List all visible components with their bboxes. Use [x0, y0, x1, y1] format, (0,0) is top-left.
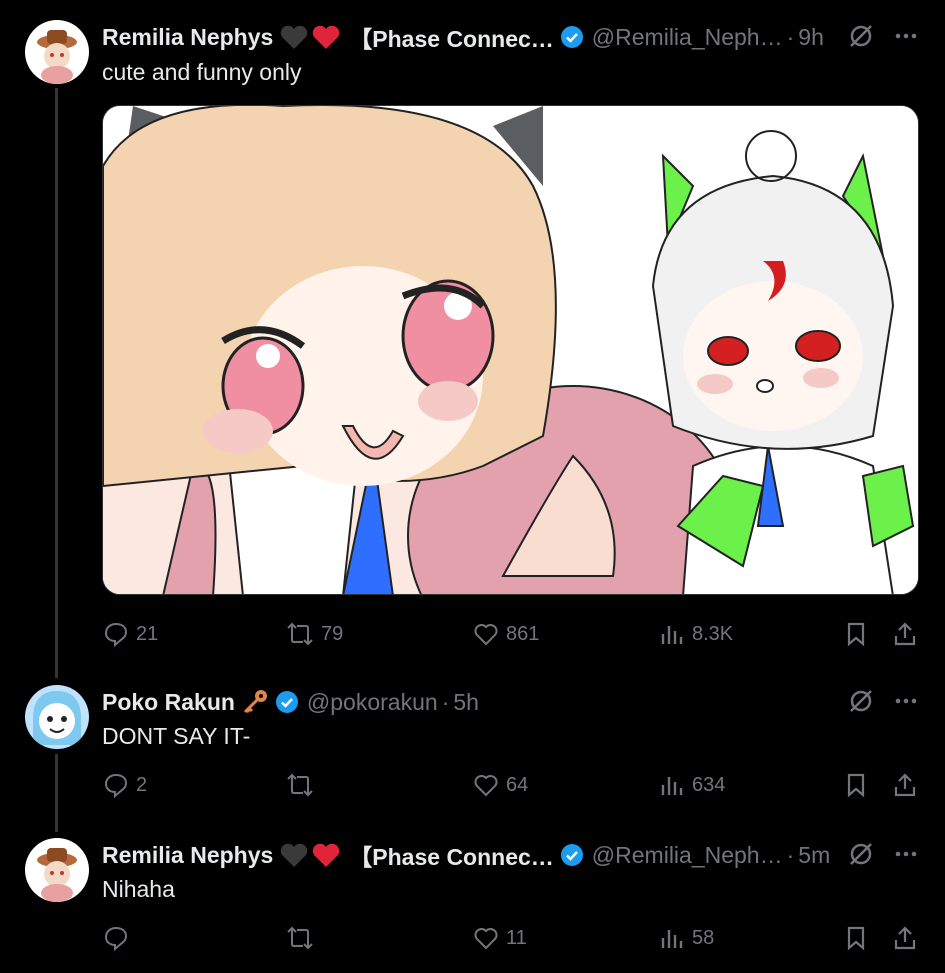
like-button[interactable]: 64 — [472, 771, 528, 799]
like-button[interactable]: 861 — [472, 620, 539, 648]
repost-icon — [287, 773, 313, 797]
share-icon — [894, 773, 916, 797]
reply-icon — [104, 926, 128, 952]
like-count: 11 — [506, 926, 527, 949]
affiliation-label: 【Phase Connec… — [349, 26, 554, 52]
more-icon[interactable] — [892, 840, 920, 873]
reply-count: 21 — [136, 622, 159, 645]
bookmark-button[interactable] — [842, 924, 876, 952]
key-icon — [241, 688, 269, 716]
bookmark-button[interactable] — [842, 620, 876, 648]
view-count: 634 — [692, 773, 726, 796]
tweet-header: Poko Rakun @pokorakun · 5h — [102, 687, 479, 717]
views-button[interactable]: 8.3K — [658, 620, 733, 648]
tweet-header: Remilia Nephys 【Phase Connec… @Remilia_N… — [102, 22, 824, 53]
verified-badge-icon — [560, 843, 584, 867]
tweet-text: Nihaha — [102, 876, 175, 902]
tweet-text: DONT SAY IT- — [102, 723, 251, 749]
like-icon — [474, 775, 498, 797]
verified-badge-icon — [275, 690, 299, 714]
share-icon — [894, 926, 916, 950]
timestamp[interactable]: 5m — [798, 842, 830, 869]
share-button[interactable] — [891, 771, 925, 799]
bookmark-icon — [847, 926, 865, 951]
views-icon — [661, 626, 683, 644]
grok-icon[interactable] — [847, 840, 875, 873]
view-count: 58 — [692, 926, 715, 949]
reply-button[interactable]: 21 — [102, 620, 158, 648]
view-count: 8.3K — [692, 622, 734, 645]
display-name[interactable]: Remilia Nephys — [102, 24, 273, 51]
handle[interactable]: @Remilia_Neph… — [592, 842, 783, 869]
repost-button[interactable] — [285, 771, 321, 799]
repost-button[interactable] — [285, 924, 321, 952]
repost-icon — [287, 622, 313, 646]
handle[interactable]: @Remilia_Neph… — [592, 24, 783, 51]
separator-dot: · — [786, 23, 795, 50]
bookmark-icon — [847, 622, 865, 647]
tweet-text: cute and funny only — [102, 59, 302, 85]
affiliation-label: 【Phase Connec… — [349, 844, 554, 870]
like-icon — [474, 928, 498, 950]
share-button[interactable] — [891, 924, 925, 952]
bookmark-icon — [847, 773, 865, 798]
avatar[interactable] — [25, 838, 89, 902]
tweet-actions: 2 64 634 — [102, 771, 920, 801]
reply-icon — [104, 773, 128, 799]
repost-button[interactable]: 79 — [285, 620, 343, 648]
like-button[interactable]: 11 — [472, 924, 527, 952]
reply-count: 2 — [136, 773, 148, 796]
tweet-media-image[interactable] — [102, 105, 919, 595]
reply-button[interactable] — [102, 924, 136, 952]
avatar[interactable] — [25, 685, 89, 749]
repost-icon — [287, 926, 313, 950]
timestamp[interactable]: 9h — [798, 24, 824, 51]
views-icon — [661, 930, 683, 948]
like-count: 861 — [506, 622, 540, 645]
like-icon — [474, 624, 498, 646]
tweet-actions: 11 58 — [102, 924, 920, 954]
separator-dot: · — [786, 841, 795, 868]
more-icon[interactable] — [892, 687, 920, 720]
separator-dot: · — [441, 688, 450, 715]
tweet[interactable]: Remilia Nephys 【Phase Connec… @Remilia_N… — [0, 838, 945, 968]
red-heart-icon — [311, 24, 341, 50]
repost-count: 79 — [321, 622, 344, 645]
display-name[interactable]: Poko Rakun — [102, 689, 235, 716]
red-heart-icon — [311, 842, 341, 868]
grok-icon[interactable] — [847, 687, 875, 720]
views-button[interactable]: 58 — [658, 924, 714, 952]
views-icon — [661, 777, 683, 795]
tweet-header: Remilia Nephys 【Phase Connec… @Remilia_N… — [102, 840, 830, 871]
views-button[interactable]: 634 — [658, 771, 725, 799]
tweet[interactable]: Poko Rakun @pokorakun · 5h DONT SAY IT- … — [0, 685, 945, 815]
handle[interactable]: @pokorakun — [307, 689, 438, 716]
more-icon[interactable] — [892, 22, 920, 55]
tweet[interactable]: Remilia Nephys 【Phase Connec… @Remilia_N… — [0, 20, 945, 660]
reply-icon — [104, 622, 128, 648]
reply-button[interactable]: 2 — [102, 771, 147, 799]
share-button[interactable] — [891, 620, 925, 648]
black-heart-icon — [279, 842, 309, 868]
tweet-actions: 21 79 861 8.3K — [102, 620, 920, 650]
timestamp[interactable]: 5h — [453, 689, 479, 716]
verified-badge-icon — [560, 25, 584, 49]
grok-icon[interactable] — [847, 22, 875, 55]
bookmark-button[interactable] — [842, 771, 876, 799]
display-name[interactable]: Remilia Nephys — [102, 842, 273, 869]
black-heart-icon — [279, 24, 309, 50]
avatar[interactable] — [25, 20, 89, 84]
like-count: 64 — [506, 773, 529, 796]
share-icon — [894, 622, 916, 646]
